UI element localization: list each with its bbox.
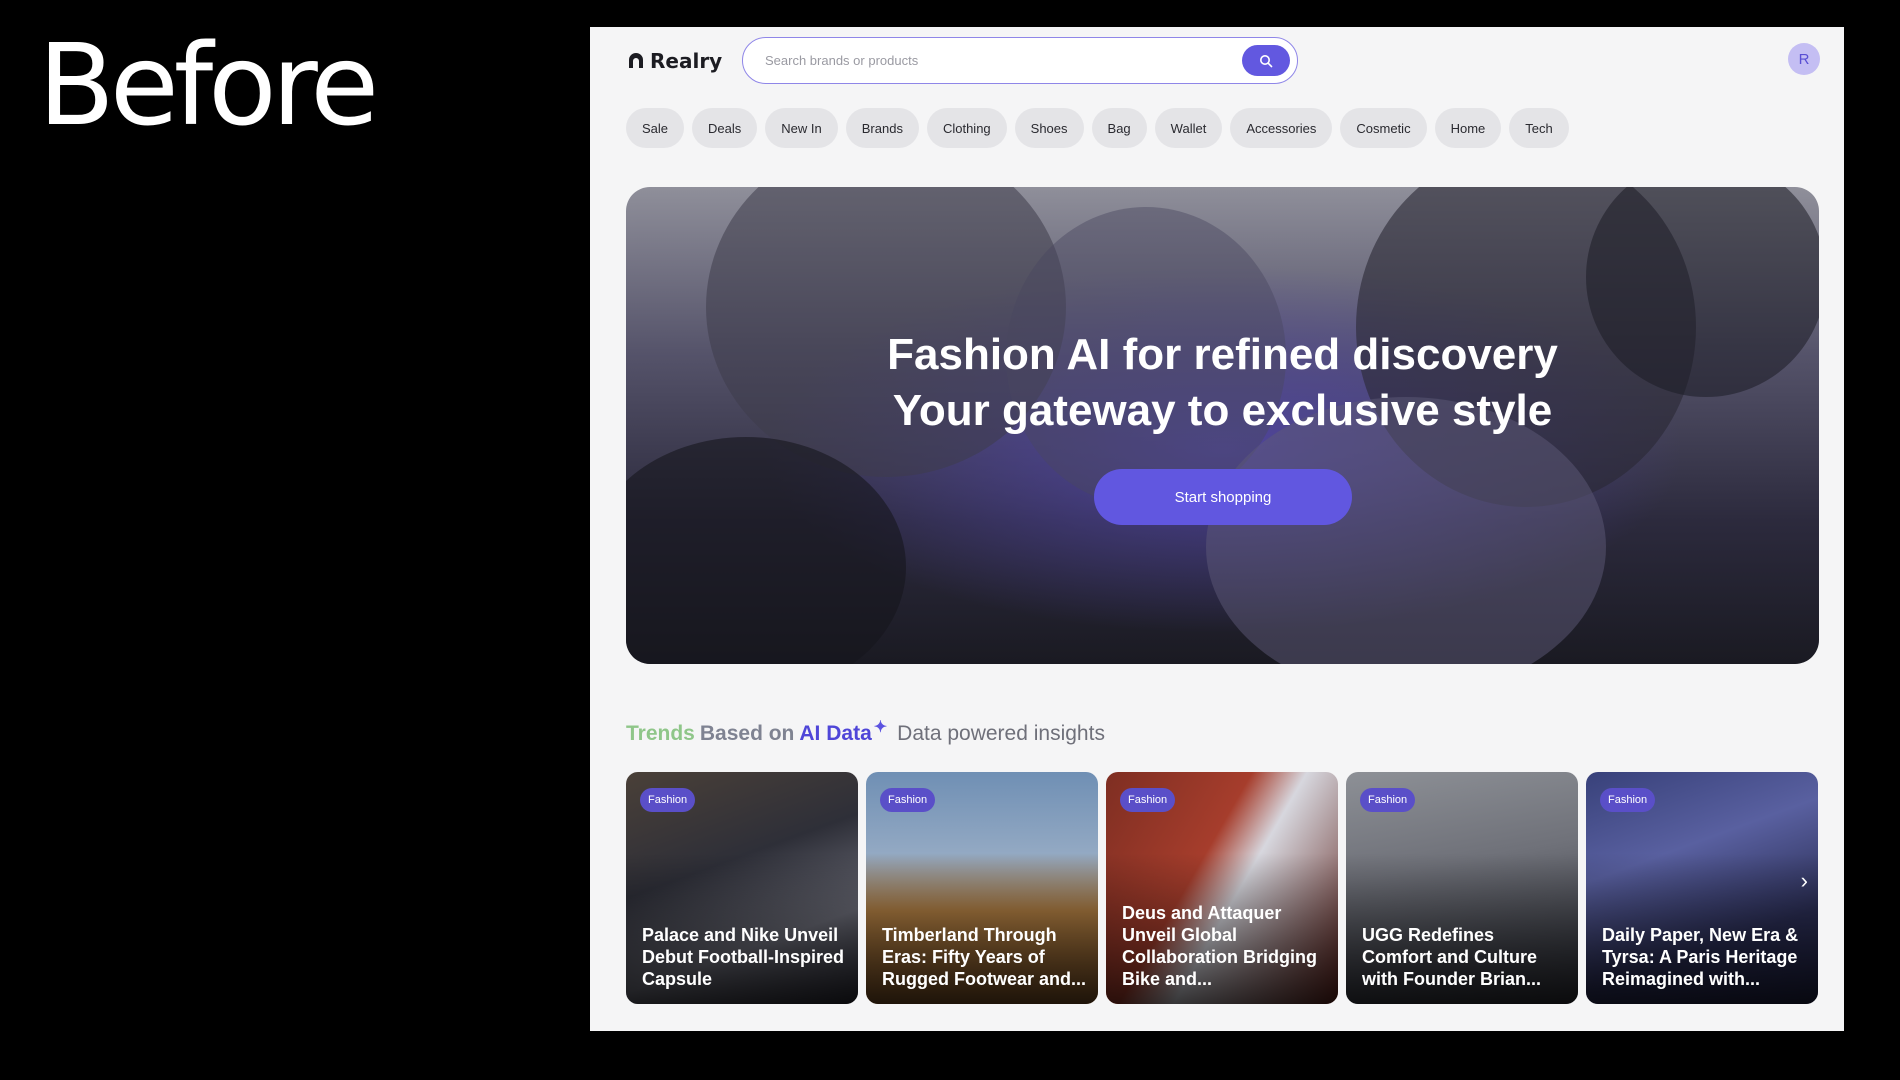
card-title: Daily Paper, New Era & Tyrsa: A Paris He… (1602, 925, 1799, 989)
card-title: Palace and Nike Unveil Debut Football-In… (642, 925, 844, 989)
trends-title-word-1: Trends (626, 722, 695, 745)
card-title: Timberland Through Eras: Fifty Years of … (882, 925, 1087, 989)
nav-item-clothing[interactable]: Clothing (926, 108, 1007, 148)
trends-carousel: Fashion Palace and Nike Unveil Debut Foo… (626, 772, 1818, 1004)
search-input[interactable]: Search brands or products (765, 53, 918, 68)
browser-page: Realry Search brands or products R Sale … (590, 27, 1844, 1031)
card-title: Deus and Attaquer Unveil Global Collabor… (1122, 903, 1317, 989)
sparkle-icon: ✦ (873, 719, 888, 736)
hero-line-1: Fashion AI for refined discovery (887, 330, 1558, 379)
nav-item-wallet[interactable]: Wallet (1154, 108, 1223, 148)
hero-banner: Fashion AI for refined discovery Your ga… (626, 187, 1819, 664)
nav-item-brands[interactable]: Brands (845, 108, 919, 148)
nav-item-tech[interactable]: Tech (1509, 108, 1569, 148)
trends-title-word-2: Based on (699, 722, 795, 745)
nav-item-home[interactable]: Home (1434, 108, 1502, 148)
trends-header: Trends Based on AI Data ✦ Data powered i… (626, 719, 1105, 746)
logo-icon (629, 53, 643, 68)
trend-card[interactable]: Fashion Daily Paper, New Era & Tyrsa: A … (1586, 772, 1818, 1004)
hero-line-2: Your gateway to exclusive style (892, 386, 1553, 435)
category-badge: Fashion (1120, 788, 1176, 812)
before-label: Before (38, 21, 379, 151)
search-button[interactable] (1242, 45, 1290, 76)
nav-item-new-in[interactable]: New In (765, 108, 838, 148)
card-title: UGG Redefines Comfort and Culture with F… (1362, 925, 1541, 989)
category-badge: Fashion (880, 788, 936, 812)
start-shopping-button[interactable]: Start shopping (1094, 469, 1352, 525)
trend-card[interactable]: Fashion Timberland Through Eras: Fifty Y… (866, 772, 1098, 1004)
category-nav: Sale Deals New In Brands Clothing Shoes … (626, 108, 1569, 148)
trends-title-word-3: AI Data (799, 722, 872, 745)
trend-card[interactable]: Fashion Palace and Nike Unveil Debut Foo… (626, 772, 858, 1004)
category-badge: Fashion (640, 788, 696, 812)
nav-item-shoes[interactable]: Shoes (1014, 108, 1084, 148)
category-badge: Fashion (1360, 788, 1416, 812)
chevron-right-icon[interactable]: › (1801, 868, 1808, 894)
search-icon (1260, 54, 1273, 67)
trend-card[interactable]: Fashion UGG Redefines Comfort and Cultur… (1346, 772, 1578, 1004)
nav-item-sale[interactable]: Sale (626, 108, 685, 148)
brand-name: Realry (650, 49, 723, 73)
trends-subtitle: Data powered insights (897, 722, 1105, 745)
hero-headline: Fashion AI for refined discovery Your ga… (626, 327, 1819, 439)
avatar[interactable]: R (1788, 43, 1820, 75)
nav-item-deals[interactable]: Deals (692, 108, 758, 148)
trends-title: Trends Based on AI Data ✦ (626, 719, 887, 746)
search-bar[interactable]: Search brands or products (742, 37, 1298, 84)
brand-logo[interactable]: Realry (626, 47, 722, 75)
nav-item-cosmetic[interactable]: Cosmetic (1340, 108, 1427, 148)
category-badge: Fashion (1600, 788, 1656, 812)
nav-item-accessories[interactable]: Accessories (1230, 108, 1333, 148)
trend-card[interactable]: Fashion Deus and Attaquer Unveil Global … (1106, 772, 1338, 1004)
nav-item-bag[interactable]: Bag (1091, 108, 1147, 148)
